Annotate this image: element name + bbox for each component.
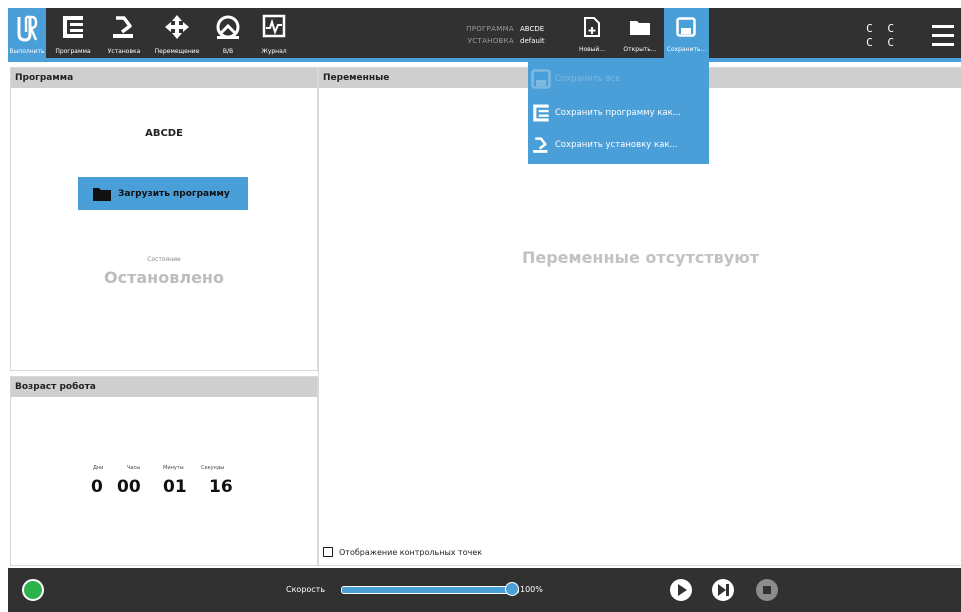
tab-installation-label: Установка <box>107 48 141 55</box>
program-key: ПРОГРАММА <box>466 25 514 33</box>
cc-bottom: C C <box>866 36 898 49</box>
show-checkpoints-checkbox[interactable] <box>323 547 333 557</box>
age-days-label: Дни <box>93 465 104 471</box>
tab-log[interactable]: Журнал <box>254 8 294 58</box>
folder-icon <box>93 187 111 201</box>
robot-status-indicator[interactable] <box>22 579 44 601</box>
tab-program-label: Программа <box>55 48 91 55</box>
speed-value: 100% <box>520 585 543 594</box>
stop-icon <box>763 586 771 594</box>
io-icon <box>216 15 240 39</box>
new-file-icon <box>584 17 600 37</box>
installation-value: default <box>520 37 545 45</box>
tab-run-label: Выполнить <box>9 48 45 55</box>
tab-program[interactable]: Программа <box>50 8 96 58</box>
age-minutes-value: 01 <box>163 477 187 497</box>
speed-slider-handle[interactable] <box>505 582 519 596</box>
menu-item-save-installation-as-label: Сохранить установку как... <box>555 140 678 150</box>
program-name-value: ABCDE <box>520 25 545 33</box>
top-bar: Выполнить Программа Установка Перемещени… <box>8 8 961 58</box>
cc-top: C C <box>866 22 898 35</box>
show-checkpoints-label: Отображение контрольных точек <box>339 547 483 557</box>
hamburger-menu-icon[interactable] <box>932 25 954 52</box>
load-program-button[interactable]: Загрузить программу <box>78 177 248 210</box>
age-hours-label: Часы <box>127 465 141 471</box>
speed-slider[interactable] <box>341 586 519 594</box>
save-file-label: Сохранить... <box>666 46 707 53</box>
menu-item-save-all-label: Сохранить все <box>555 74 621 84</box>
header-accent-line <box>8 58 961 62</box>
load-program-label: Загрузить программу <box>118 188 230 199</box>
installation-key: УСТАНОВКА <box>467 37 514 45</box>
program-name: ABCDE <box>145 128 183 139</box>
new-file-button[interactable]: Новый... <box>568 8 616 58</box>
program-icon <box>63 16 83 38</box>
ur-logo-icon <box>17 15 38 42</box>
tab-run[interactable]: Выполнить <box>8 8 46 58</box>
save-file-button[interactable]: Сохранить... <box>664 8 709 58</box>
tab-installation[interactable]: Установка <box>100 8 148 58</box>
age-seconds-value: 16 <box>209 477 233 497</box>
move-icon <box>165 15 189 39</box>
robot-age-header: Возраст робота <box>11 377 317 397</box>
installation-icon <box>533 137 548 153</box>
state-value: Остановлено <box>104 268 224 287</box>
menu-item-save-program-as[interactable]: Сохранить программу как... <box>528 98 709 128</box>
age-hours-value: 00 <box>117 477 141 497</box>
step-button[interactable] <box>712 579 734 601</box>
program-panel: Программа ABCDE Загрузить программу Сост… <box>10 67 318 371</box>
tab-io-label: В/В <box>222 48 234 55</box>
play-button[interactable] <box>670 579 692 601</box>
open-file-button[interactable]: Открыть... <box>616 8 664 58</box>
save-dropdown-menu: Сохранить все Сохранить программу как...… <box>528 62 709 164</box>
robot-age-panel: Возраст робота Дни Часы Минуты Секунды 0… <box>10 376 318 566</box>
save-icon <box>531 69 551 89</box>
state-label: Состояние <box>147 256 181 263</box>
age-minutes-label: Минуты <box>163 465 184 471</box>
step-icon <box>718 584 729 596</box>
age-seconds-label: Секунды <box>201 465 225 471</box>
tab-io[interactable]: В/В <box>206 8 250 58</box>
speed-label: Скорость <box>286 585 326 594</box>
open-file-label: Открыть... <box>623 46 657 53</box>
tab-move-label: Перемещение <box>154 48 200 55</box>
tab-move[interactable]: Перемещение <box>150 8 204 58</box>
age-days-value: 0 <box>91 477 103 497</box>
show-checkpoints-toggle[interactable]: Отображение контрольных точек <box>323 547 482 557</box>
variables-empty-message: Переменные отсутствуют <box>521 248 760 267</box>
program-info: ПРОГРАММА ABCDE УСТАНОВКА default <box>452 23 545 47</box>
connection-status: C C C C <box>866 22 898 50</box>
menu-item-save-installation-as[interactable]: Сохранить установку как... <box>528 130 709 160</box>
new-file-label: Новый... <box>578 46 606 53</box>
log-icon <box>262 14 286 38</box>
program-icon <box>533 104 549 122</box>
play-icon <box>678 584 687 596</box>
program-panel-header: Программа <box>11 68 317 88</box>
menu-item-save-all[interactable]: Сохранить все <box>528 64 709 94</box>
folder-icon <box>630 21 650 35</box>
tab-log-label: Журнал <box>261 48 287 55</box>
stop-button[interactable] <box>756 579 778 601</box>
installation-icon <box>113 16 133 38</box>
save-icon <box>676 17 696 37</box>
menu-item-save-program-as-label: Сохранить программу как... <box>555 108 681 118</box>
footer-bar: Скорость 100% <box>8 568 961 612</box>
